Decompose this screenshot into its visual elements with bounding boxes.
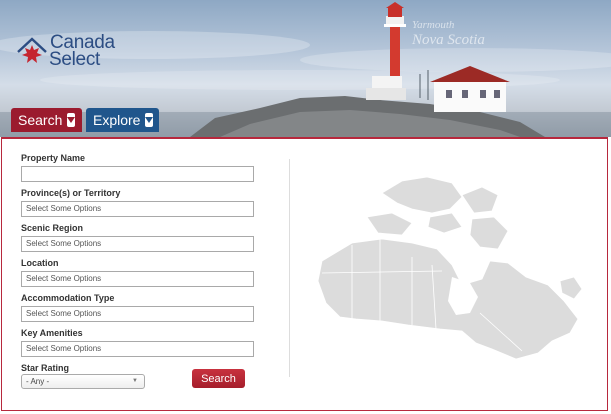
star-rating-value: - Any - [26,377,50,386]
location-label: Location [21,258,59,268]
header-banner: Canada Select Yarmouth Nova Scotia Searc… [0,0,611,137]
accommodation-type-select[interactable]: Select Some Options [21,306,254,322]
maple-leaf-house-icon [17,37,47,63]
accommodation-type-label: Accommodation Type [21,293,115,303]
property-name-label: Property Name [21,153,86,163]
scenic-region-label: Scenic Region [21,223,84,233]
search-button[interactable]: Search [192,369,245,388]
search-panel: Property Name Province(s) or Territory S… [1,137,608,411]
property-name-input[interactable] [21,166,254,182]
tab-explore-label: Explore [93,112,141,128]
location-select[interactable]: Select Some Options [21,271,254,287]
chevron-down-icon [145,113,154,127]
chevron-down-icon [67,113,76,127]
scenic-region-select[interactable]: Select Some Options [21,236,254,252]
province-label: Province(s) or Territory [21,188,121,198]
province-select[interactable]: Select Some Options [21,201,254,217]
canada-select-logo[interactable]: Canada Select [16,30,126,74]
logo-text-select: Select [49,49,101,70]
tab-search[interactable]: Search [11,108,82,132]
canada-map[interactable] [312,173,587,363]
key-amenities-label: Key Amenities [21,328,83,338]
star-rating-select[interactable]: - Any - ▼ [21,374,145,389]
location-city: Yarmouth [412,19,455,31]
tab-search-label: Search [18,112,63,128]
star-rating-label: Star Rating [21,363,70,373]
tab-explore[interactable]: Explore [86,108,159,132]
key-amenities-select[interactable]: Select Some Options [21,341,254,357]
location-caption: Yarmouth Nova Scotia [412,18,522,48]
location-province: Nova Scotia [412,32,485,48]
panel-divider [289,159,290,377]
dropdown-arrow-icon: ▼ [132,378,138,384]
